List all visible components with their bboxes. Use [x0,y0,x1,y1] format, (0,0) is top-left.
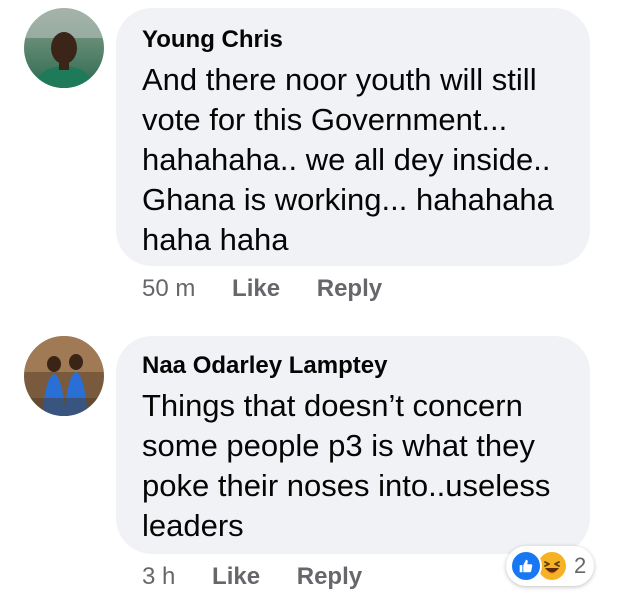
reactions-summary[interactable]: 2 [506,546,595,586]
comment-young-chris: Young Chris And there noor youth will st… [0,0,640,320]
avatar-photo [24,336,104,416]
avatar-photo [24,8,104,88]
avatar[interactable] [24,336,104,416]
avatar[interactable] [24,8,104,88]
comment-actions: 3 h Like Reply [142,563,362,591]
comment-text: And there noor youth will still vote for… [142,62,554,257]
thumbs-up-icon [510,550,542,582]
comment-bubble: Naa Odarley Lamptey Things that doesn’t … [116,336,590,554]
comment-timestamp[interactable]: 50 m [142,275,195,302]
comment-timestamp[interactable]: 3 h [142,563,175,590]
comment-author[interactable]: Naa Odarley Lamptey [142,352,387,380]
reaction-count: 2 [574,553,587,578]
like-button[interactable]: Like [232,275,280,302]
comment-bubble: Young Chris And there noor youth will st… [116,8,590,266]
comment-author[interactable]: Young Chris [142,26,283,54]
comment-actions: 50 m Like Reply [142,275,382,303]
reply-button[interactable]: Reply [297,563,362,590]
reply-button[interactable]: Reply [317,275,382,302]
like-button[interactable]: Like [212,563,260,590]
comment-text: Things that doesn’t concern some people … [142,388,551,543]
comment-naa-odarley-lamptey: Naa Odarley Lamptey Things that doesn’t … [0,320,640,603]
